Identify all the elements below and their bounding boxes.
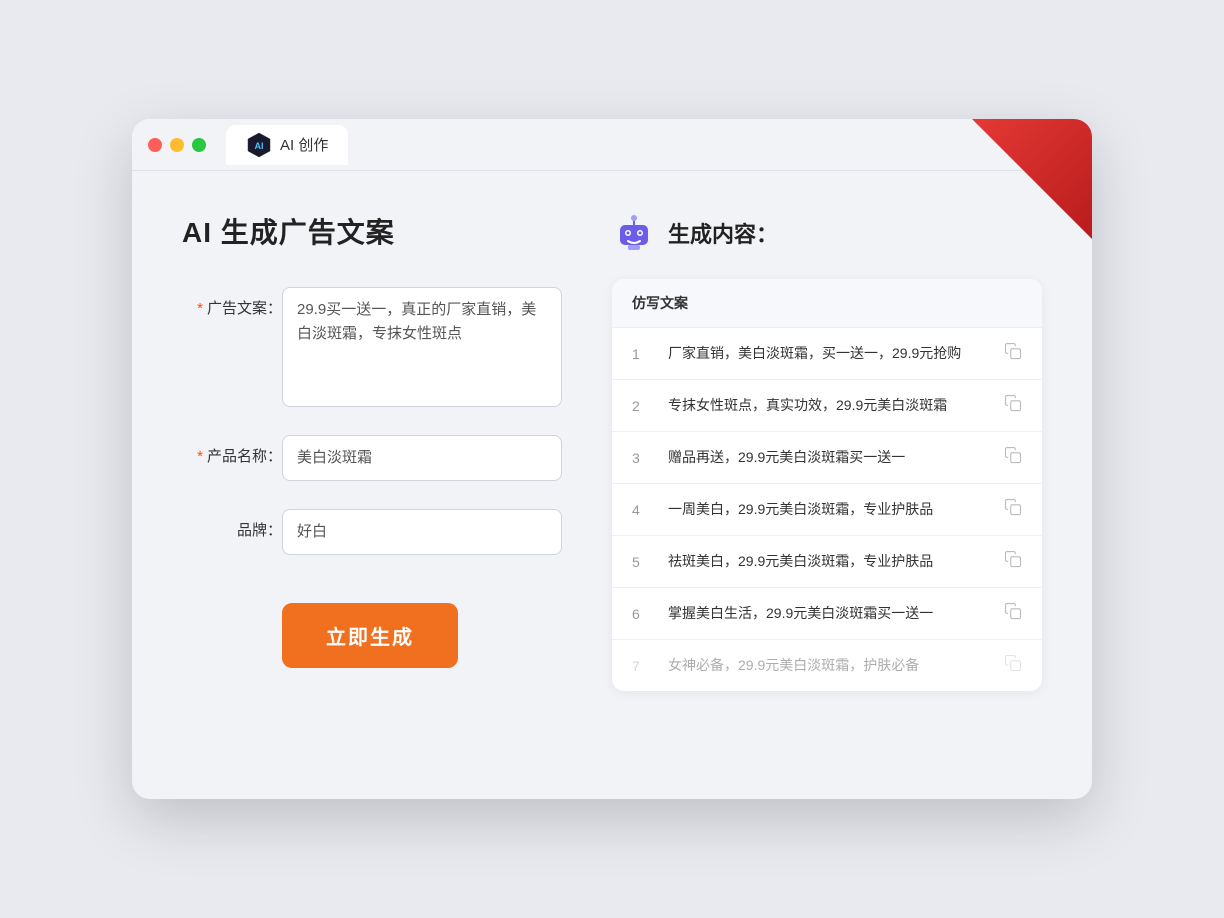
copy-icon[interactable]	[1004, 602, 1022, 625]
row-number: 4	[632, 502, 652, 518]
left-panel: AI 生成广告文案 *广告文案： *产品名称： 品牌： 立	[182, 211, 562, 691]
ad-copy-label: *广告文案：	[182, 287, 282, 318]
required-star-2: *	[197, 448, 203, 465]
product-name-input[interactable]	[282, 435, 562, 481]
row-number: 7	[632, 658, 652, 674]
ad-copy-input[interactable]	[282, 287, 562, 407]
traffic-light-red[interactable]	[148, 138, 162, 152]
right-panel: 生成内容： 仿写文案 1 厂家直销，美白淡斑霜，买一送一，29.9元抢购 2 专抹女性…	[612, 211, 1042, 691]
table-row: 2 专抹女性斑点，真实功效，29.9元美白淡斑霜	[612, 380, 1042, 432]
row-text: 专抹女性斑点，真实功效，29.9元美白淡斑霜	[668, 395, 988, 416]
result-rows-container: 1 厂家直销，美白淡斑霜，买一送一，29.9元抢购 2 专抹女性斑点，真实功效，29.…	[612, 328, 1042, 691]
row-number: 2	[632, 398, 652, 414]
table-row: 6 掌握美白生活，29.9元美白淡斑霜买一送一	[612, 588, 1042, 640]
row-number: 1	[632, 346, 652, 362]
product-name-label: *产品名称：	[182, 435, 282, 466]
copy-icon[interactable]	[1004, 342, 1022, 365]
row-number: 5	[632, 554, 652, 570]
result-table: 仿写文案 1 厂家直销，美白淡斑霜，买一送一，29.9元抢购 2 专抹女性斑点，真实功…	[612, 279, 1042, 691]
copy-icon[interactable]	[1004, 446, 1022, 469]
browser-window: AI AI 创作 AI 生成广告文案 *广告文案： *产品名称：	[132, 119, 1092, 799]
product-name-group: *产品名称：	[182, 435, 562, 481]
copy-icon[interactable]	[1004, 550, 1022, 573]
brand-input[interactable]	[282, 509, 562, 555]
ad-copy-group: *广告文案：	[182, 287, 562, 407]
main-content: AI 生成广告文案 *广告文案： *产品名称： 品牌： 立	[132, 171, 1092, 731]
title-bar: AI AI 创作	[132, 119, 1092, 171]
traffic-light-green[interactable]	[192, 138, 206, 152]
row-text: 掌握美白生活，29.9元美白淡斑霜买一送一	[668, 603, 988, 624]
table-row: 3 赠品再送，29.9元美白淡斑霜买一送一	[612, 432, 1042, 484]
traffic-lights	[148, 138, 206, 152]
generate-button[interactable]: 立即生成	[282, 603, 458, 668]
row-number: 6	[632, 606, 652, 622]
brand-group: 品牌：	[182, 509, 562, 555]
svg-text:AI: AI	[255, 141, 264, 151]
required-star: *	[197, 300, 203, 317]
row-text: 女神必备，29.9元美白淡斑霜，护肤必备	[668, 655, 988, 676]
browser-tab[interactable]: AI AI 创作	[226, 125, 348, 165]
copy-icon[interactable]	[1004, 394, 1022, 417]
row-text: 祛斑美白，29.9元美白淡斑霜，专业护肤品	[668, 551, 988, 572]
result-header: 生成内容：	[612, 211, 1042, 255]
table-row: 4 一周美白，29.9元美白淡斑霜，专业护肤品	[612, 484, 1042, 536]
row-text: 赠品再送，29.9元美白淡斑霜买一送一	[668, 447, 988, 468]
robot-icon	[612, 211, 656, 255]
ai-tab-icon: AI	[246, 132, 272, 158]
row-text: 厂家直销，美白淡斑霜，买一送一，29.9元抢购	[668, 343, 988, 364]
table-row: 1 厂家直销，美白淡斑霜，买一送一，29.9元抢购	[612, 328, 1042, 380]
result-title: 生成内容：	[668, 217, 778, 249]
page-title: AI 生成广告文案	[182, 211, 562, 251]
copy-icon[interactable]	[1004, 654, 1022, 677]
traffic-light-yellow[interactable]	[170, 138, 184, 152]
table-row: 5 祛斑美白，29.9元美白淡斑霜，专业护肤品	[612, 536, 1042, 588]
copy-icon[interactable]	[1004, 498, 1022, 521]
table-row: 7 女神必备，29.9元美白淡斑霜，护肤必备	[612, 640, 1042, 691]
tab-title: AI 创作	[280, 134, 328, 155]
brand-label: 品牌：	[182, 509, 282, 540]
row-number: 3	[632, 450, 652, 466]
table-header: 仿写文案	[612, 279, 1042, 328]
row-text: 一周美白，29.9元美白淡斑霜，专业护肤品	[668, 499, 988, 520]
